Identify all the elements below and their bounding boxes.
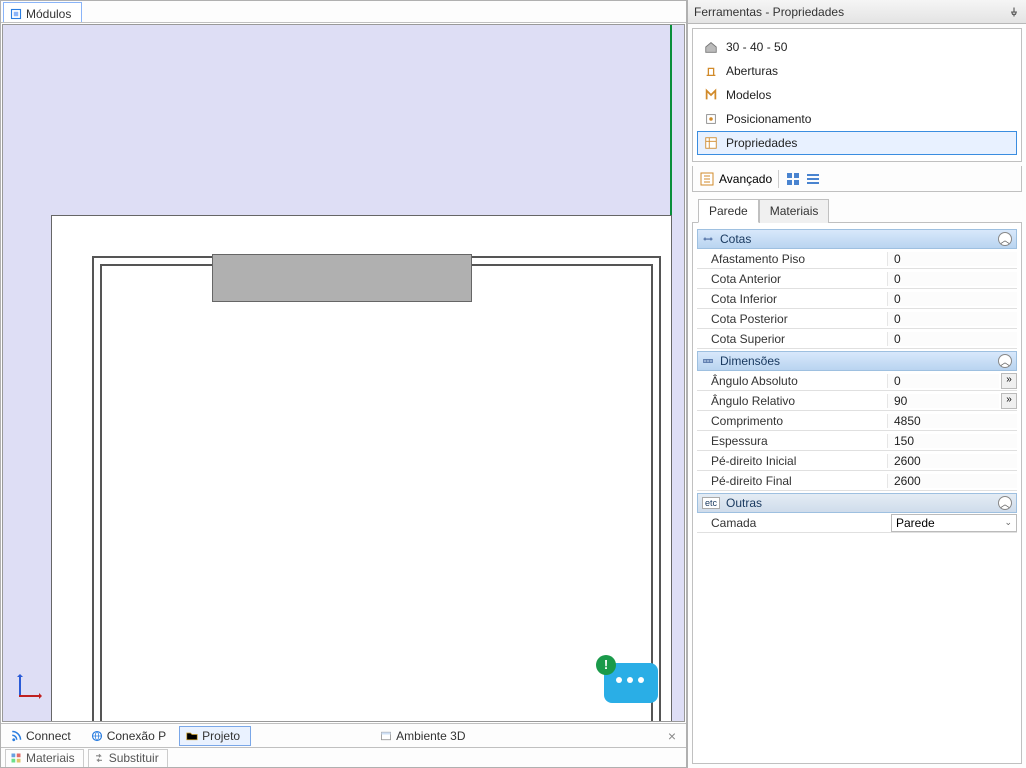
bottom-tab-row: Connect Conexão P Projeto Ambiente 3D ×: [1, 723, 686, 747]
etc-icon: etc: [702, 497, 720, 509]
tool-propriedades[interactable]: Propriedades: [697, 131, 1017, 155]
rss-icon: [10, 730, 22, 742]
axis-gizmo: [15, 673, 43, 701]
tool-posicionamento[interactable]: Posicionamento: [697, 107, 1017, 131]
row-cota-posterior[interactable]: Cota Posterior0: [697, 309, 1017, 329]
appwindow-icon: [380, 730, 392, 742]
tab-parede-label: Parede: [709, 204, 748, 218]
tab-projeto[interactable]: Projeto: [179, 726, 251, 746]
positioning-icon: [704, 112, 718, 126]
chat-dots-icon: [616, 677, 644, 683]
tab-connect-label: Connect: [26, 729, 71, 743]
row-comprimento[interactable]: Comprimento4850: [697, 411, 1017, 431]
tab-modulos-label: Módulos: [26, 7, 71, 21]
row-cota-superior[interactable]: Cota Superior0: [697, 329, 1017, 349]
properties-icon: [704, 136, 718, 150]
tool-modelos-label: Modelos: [726, 88, 771, 102]
tool-aberturas[interactable]: Aberturas: [697, 59, 1017, 83]
row-afastamento-piso[interactable]: Afastamento Piso0: [697, 249, 1017, 269]
tab-conexao-label: Conexão P: [107, 729, 166, 743]
row-angulo-absoluto[interactable]: Ângulo Absoluto0»: [697, 371, 1017, 391]
more-button[interactable]: »: [1001, 393, 1017, 409]
cotas-icon: [702, 233, 714, 245]
room-outer-wall: [92, 256, 661, 722]
main-workspace: Módulos ! Connect: [0, 0, 687, 768]
footer-tab-materiais[interactable]: Materiais: [5, 749, 84, 767]
tab-connect[interactable]: Connect: [3, 726, 82, 746]
canvas-viewport[interactable]: !: [2, 24, 685, 722]
tab-materiais-label: Materiais: [770, 204, 819, 218]
footer-tab-materiais-label: Materiais: [26, 751, 75, 765]
advanced-icon[interactable]: [699, 171, 715, 187]
tab-conexao[interactable]: Conexão P: [84, 726, 177, 746]
tool-modelos[interactable]: Modelos: [697, 83, 1017, 107]
group-cotas-header[interactable]: Cotas ︿: [697, 229, 1017, 249]
drawing-sheet: [51, 215, 672, 722]
folder-icon: [186, 730, 198, 742]
collapse-icon[interactable]: ︿: [998, 232, 1012, 246]
row-angulo-relativo[interactable]: Ângulo Relativo90»: [697, 391, 1017, 411]
camada-select-value: Parede: [896, 516, 935, 530]
property-body: Cotas ︿ Afastamento Piso0 Cota Anterior0…: [692, 223, 1022, 764]
globe-icon: [91, 730, 103, 742]
tool-list: 30 - 40 - 50 Aberturas Modelos Posiciona…: [692, 28, 1022, 162]
room-inner-wall: [100, 264, 653, 722]
advanced-label: Avançado: [719, 172, 772, 186]
row-pe-direito-final[interactable]: Pé-direito Final2600: [697, 471, 1017, 491]
modules-icon: [10, 8, 22, 20]
property-tabs: Parede Materiais: [692, 192, 1022, 223]
collapse-icon[interactable]: ︿: [998, 496, 1012, 510]
list-view-icon[interactable]: [805, 171, 821, 187]
tab-materiais[interactable]: Materiais: [759, 199, 830, 223]
row-camada[interactable]: Camada Parede ⌄: [697, 513, 1017, 533]
tool-posicionamento-label: Posicionamento: [726, 112, 811, 126]
group-cotas-title: Cotas: [720, 232, 751, 246]
collapse-icon[interactable]: ︿: [998, 354, 1012, 368]
tool-aberturas-label: Aberturas: [726, 64, 778, 78]
tool-304050-label: 30 - 40 - 50: [726, 40, 787, 54]
chat-alert-badge: !: [596, 655, 616, 675]
replace-icon: [93, 752, 105, 764]
row-pe-direito-inicial[interactable]: Pé-direito Inicial2600: [697, 451, 1017, 471]
group-outras-header[interactable]: etc Outras ︿: [697, 493, 1017, 513]
pin-icon[interactable]: [1008, 6, 1020, 18]
chat-bubble[interactable]: !: [604, 663, 658, 703]
grid-view-icon[interactable]: [785, 171, 801, 187]
toolbar-separator: [778, 170, 779, 188]
group-outras-title: Outras: [726, 496, 762, 510]
footer-tab-row: Materiais Substituir: [1, 747, 686, 767]
row-cota-inferior[interactable]: Cota Inferior0: [697, 289, 1017, 309]
tab-modulos[interactable]: Módulos: [3, 2, 82, 22]
properties-panel: Ferramentas - Propriedades 30 - 40 - 50 …: [687, 0, 1026, 768]
tab-projeto-label: Projeto: [202, 729, 240, 743]
camada-select[interactable]: Parede ⌄: [891, 514, 1017, 532]
more-button[interactable]: »: [1001, 373, 1017, 389]
models-icon: [704, 88, 718, 102]
tab-parede[interactable]: Parede: [698, 199, 759, 223]
tab-ambiente3d-label: Ambiente 3D: [396, 729, 465, 743]
tool-304050[interactable]: 30 - 40 - 50: [697, 35, 1017, 59]
footer-tab-substituir[interactable]: Substituir: [88, 749, 168, 767]
module-block[interactable]: [212, 254, 472, 302]
house-icon: [704, 40, 718, 54]
row-cota-anterior[interactable]: Cota Anterior0: [697, 269, 1017, 289]
tab-ambiente3d[interactable]: Ambiente 3D: [373, 726, 476, 746]
chevron-down-icon: ⌄: [1004, 517, 1012, 528]
dimensions-icon: [702, 355, 714, 367]
footer-tab-substituir-label: Substituir: [109, 751, 159, 765]
row-espessura[interactable]: Espessura150: [697, 431, 1017, 451]
group-dimensoes-header[interactable]: Dimensões ︿: [697, 351, 1017, 371]
top-tab-row: Módulos: [1, 1, 686, 23]
close-tab-button[interactable]: ×: [660, 728, 684, 744]
tool-propriedades-label: Propriedades: [726, 136, 797, 150]
materials-icon: [10, 752, 22, 764]
group-dimensoes-title: Dimensões: [720, 354, 780, 368]
panel-title-bar[interactable]: Ferramentas - Propriedades: [688, 0, 1026, 24]
sub-toolbar: Avançado: [692, 166, 1022, 192]
opening-icon: [704, 64, 718, 78]
panel-title-text: Ferramentas - Propriedades: [694, 5, 844, 19]
